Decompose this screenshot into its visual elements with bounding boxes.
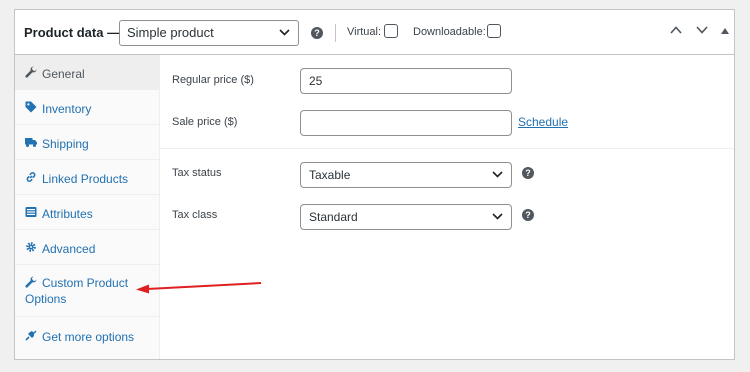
annotation-arrow — [136, 282, 262, 294]
